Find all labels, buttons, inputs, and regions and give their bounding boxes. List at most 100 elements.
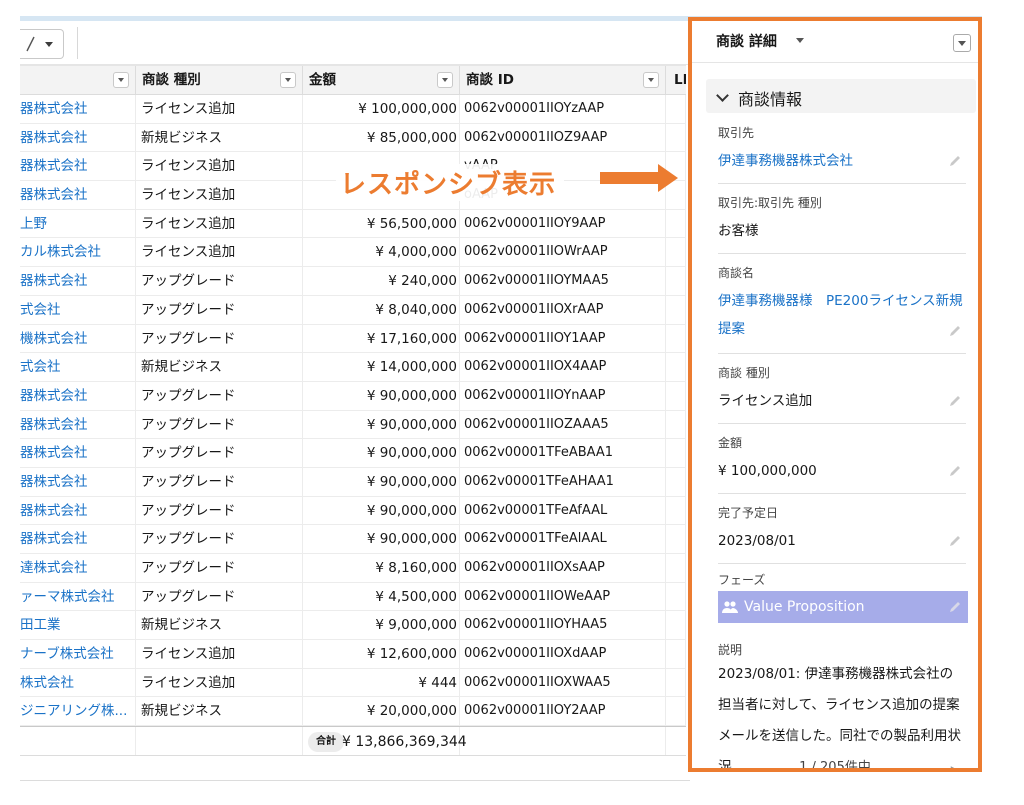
type-cell: ライセンス追加 [136,209,303,238]
edit-pencil-icon[interactable] [948,394,962,408]
table-row[interactable]: 田工業 新規ビジネス ¥ 9,000,000 0062v00001IIOYHAA5 [20,611,686,641]
field-1: 取引先:取引先 種別 お客様 [718,194,966,254]
table-row[interactable]: ァーマ株式会社 アップグレード ¥ 4,500,000 0062v00001IIOWe… [20,582,686,612]
edit-pencil-icon[interactable] [948,464,962,478]
account-cell[interactable]: 株式会社 [20,668,136,697]
type-cell: アップグレード [136,267,303,295]
edit-pencil-icon[interactable] [948,534,962,548]
le-cell [666,238,686,267]
amount-cell: ¥ 90,000,000 [303,496,460,525]
table-row[interactable]: 器株式会社 新規ビジネス ¥ 85,000,000 0062v00001IIOZ9AA… [20,123,686,153]
column-label: 商談 ID [466,72,514,88]
column-menu-button[interactable] [280,72,296,88]
account-cell[interactable]: 器株式会社 [20,439,136,467]
table-row[interactable]: 器株式会社 アップグレード ¥ 90,000,000 0062v00001TFeAfA… [20,496,686,526]
table-row[interactable]: 器株式会社 アップグレード ¥ 90,000,000 0062v00001IIOYnA… [20,381,686,411]
type-cell: アップグレード [136,324,303,353]
field-value: 2023/08/01 [718,533,796,549]
account-cell[interactable]: 器株式会社 [20,152,136,181]
amount-cell: ¥ 90,000,000 [303,381,460,410]
account-cell[interactable]: 器株式会社 [20,267,136,295]
account-cell[interactable]: 器株式会社 [20,381,136,410]
pager-next-button[interactable]: ▶ [951,763,960,768]
column-header-id[interactable]: 商談 ID [460,66,666,96]
table-toolbar [20,21,690,65]
view-switcher-button[interactable] [20,29,64,59]
column-label: 金額 [309,72,336,88]
section-header[interactable]: 商談情報 [706,79,976,113]
column-header-amount[interactable]: 金額 [303,66,460,96]
table-row[interactable]: 器株式会社 アップグレード ¥ 90,000,000 0062v00001TFeABA… [20,439,686,468]
account-cell[interactable]: ジニアリング株... [20,697,136,726]
table-row[interactable]: カル株式会社 ライセンス追加 ¥ 4,000,000 0062v00001IIOWrA… [20,238,686,268]
account-cell[interactable]: ァーマ株式会社 [20,582,136,611]
section-title: 商談情報 [738,90,803,109]
table-row[interactable]: 器株式会社 ライセンス追加 ¥ 100,000,000 0062v00001IIOYz… [20,95,686,124]
column-header-account[interactable] [20,66,136,96]
table-row[interactable]: 器株式会社 アップグレード ¥ 90,000,000 0062v00001IIOZAA… [20,410,686,440]
id-cell: 0062v00001IIOX4AAP [460,353,666,381]
table-row[interactable]: 式会社 新規ビジネス ¥ 14,000,000 0062v00001IIOX4AAP [20,353,686,382]
field-label: 取引先 [718,126,755,140]
column-header-le[interactable]: LE [666,66,686,96]
field-value[interactable]: 伊達事務機器株式会社 [718,147,966,175]
le-cell [666,123,686,152]
type-cell: アップグレード [136,295,303,324]
edit-pencil-icon[interactable] [948,600,962,614]
field-4: 金額 ¥ 100,000,000 [718,434,966,494]
table-row[interactable]: 器株式会社 アップグレード ¥ 240,000 0062v00001IIOYMAA5 [20,267,686,296]
account-cell[interactable]: ナーブ株式会社 [20,640,136,668]
table-row[interactable]: 器株式会社 アップグレード ¥ 90,000,000 0062v00001TFeAHA… [20,467,686,497]
table-row[interactable]: 達株式会社 アップグレード ¥ 8,160,000 0062v00001IIOXsAA… [20,554,686,583]
account-cell[interactable]: 器株式会社 [20,95,136,123]
account-cell[interactable]: 上野 [20,209,136,238]
account-cell[interactable]: 田工業 [20,611,136,640]
le-cell [666,95,686,123]
field-label: 商談 種別 [718,366,770,380]
table-row[interactable]: 機株式会社 アップグレード ¥ 17,160,000 0062v00001IIOY1A… [20,324,686,354]
account-cell[interactable]: 式会社 [20,353,136,381]
field-value[interactable]: 伊達事務機器様 PE200ライセンス新規提案 [718,287,966,343]
account-cell[interactable]: 器株式会社 [20,525,136,553]
field-5: 完了予定日 2023/08/01 [718,504,966,564]
id-cell: 0062v00001TFeABAA1 [460,439,666,467]
panel-title[interactable]: 商談 詳細 [716,31,777,51]
type-cell: ライセンス追加 [136,152,303,181]
column-header-type[interactable]: 商談 種別 [136,66,303,96]
panel-menu-button[interactable] [953,34,971,52]
table-row[interactable]: 上野 ライセンス追加 ¥ 56,500,000 0062v00001IIOY9AAP [20,209,686,239]
column-menu-button[interactable] [437,72,453,88]
account-cell[interactable]: 器株式会社 [20,410,136,439]
column-menu-button[interactable] [113,72,129,88]
account-cell[interactable]: 式会社 [20,295,136,324]
account-cell[interactable]: 器株式会社 [20,181,136,209]
edit-pencil-icon[interactable] [948,154,962,168]
summary-cell [136,727,303,756]
phase-value[interactable]: Value Proposition [718,591,968,623]
amount-cell: ¥ 444 [303,668,460,697]
table-row[interactable]: ナーブ株式会社 ライセンス追加 ¥ 12,600,000 0062v00001IIOX… [20,640,686,669]
account-cell[interactable]: 達株式会社 [20,554,136,582]
amount-cell: ¥ 9,000,000 [303,611,460,640]
table-row[interactable]: ジニアリング株... 新規ビジネス ¥ 20,000,000 0062v00001II… [20,697,686,727]
amount-cell: ¥ 8,160,000 [303,554,460,582]
id-cell: 0062v00001IIOY2AAP [460,697,666,726]
sum-label-badge: 合計 [308,732,344,753]
column-menu-button[interactable] [643,72,659,88]
account-cell[interactable]: 機株式会社 [20,324,136,353]
type-cell: ライセンス追加 [136,238,303,267]
edit-pencil-icon[interactable] [948,324,962,338]
table-row[interactable]: 株式会社 ライセンス追加 ¥ 444 0062v00001IIOXWAA5 [20,668,686,698]
le-cell [666,439,686,467]
account-cell[interactable]: 器株式会社 [20,123,136,152]
amount-cell: ¥ 240,000 [303,267,460,295]
field-0: 取引先伊達事務機器株式会社 [718,124,966,184]
table-row[interactable]: 式会社 アップグレード ¥ 8,040,000 0062v00001IIOXrAAP [20,295,686,325]
type-cell: 新規ビジネス [136,611,303,640]
chevron-down-icon[interactable] [796,38,804,43]
account-cell[interactable]: カル株式会社 [20,238,136,267]
pager-prev-button[interactable]: ◀ [722,763,731,768]
table-row[interactable]: 器株式会社 アップグレード ¥ 90,000,000 0062v00001TFeAlA… [20,525,686,554]
account-cell[interactable]: 器株式会社 [20,496,136,525]
account-cell[interactable]: 器株式会社 [20,467,136,496]
